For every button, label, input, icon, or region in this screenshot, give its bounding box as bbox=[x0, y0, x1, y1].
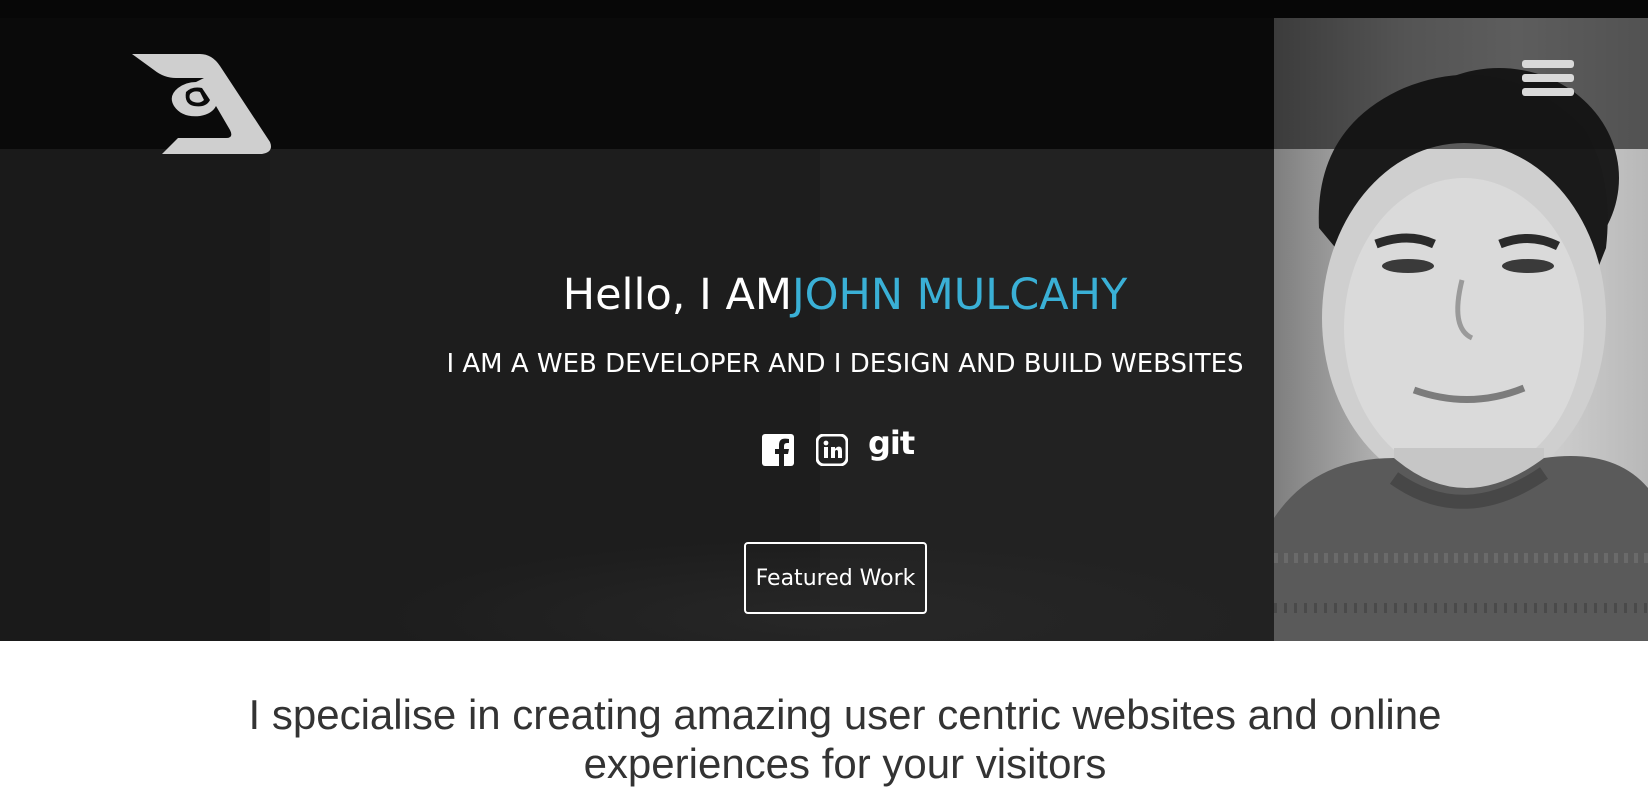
menu-bar bbox=[1522, 88, 1574, 96]
photo-navbar-overlay bbox=[1274, 18, 1648, 149]
linkedin-icon[interactable] bbox=[815, 433, 849, 467]
hero-name: JOHN MULCAHY bbox=[791, 270, 1128, 320]
featured-work-button[interactable]: Featured Work bbox=[744, 542, 927, 614]
menu-bar bbox=[1522, 60, 1574, 68]
menu-bar bbox=[1522, 74, 1574, 82]
git-link[interactable]: git bbox=[868, 424, 915, 462]
profile-photo bbox=[1274, 18, 1648, 641]
hero-greeting: Hello, I AM bbox=[562, 270, 792, 320]
intro-text: I specialise in creating amazing user ce… bbox=[248, 691, 1442, 787]
hero-heading: Hello, I AMJOHN MULCAHY bbox=[0, 270, 1648, 320]
hamburger-menu-icon[interactable] bbox=[1522, 60, 1574, 104]
stylized-shield-logo-icon[interactable] bbox=[130, 52, 276, 156]
top-strip bbox=[0, 0, 1648, 18]
hero-tagline: I AM A WEB DEVELOPER AND I DESIGN AND BU… bbox=[446, 349, 1244, 379]
navbar bbox=[0, 18, 1274, 154]
facebook-icon[interactable] bbox=[762, 434, 794, 466]
